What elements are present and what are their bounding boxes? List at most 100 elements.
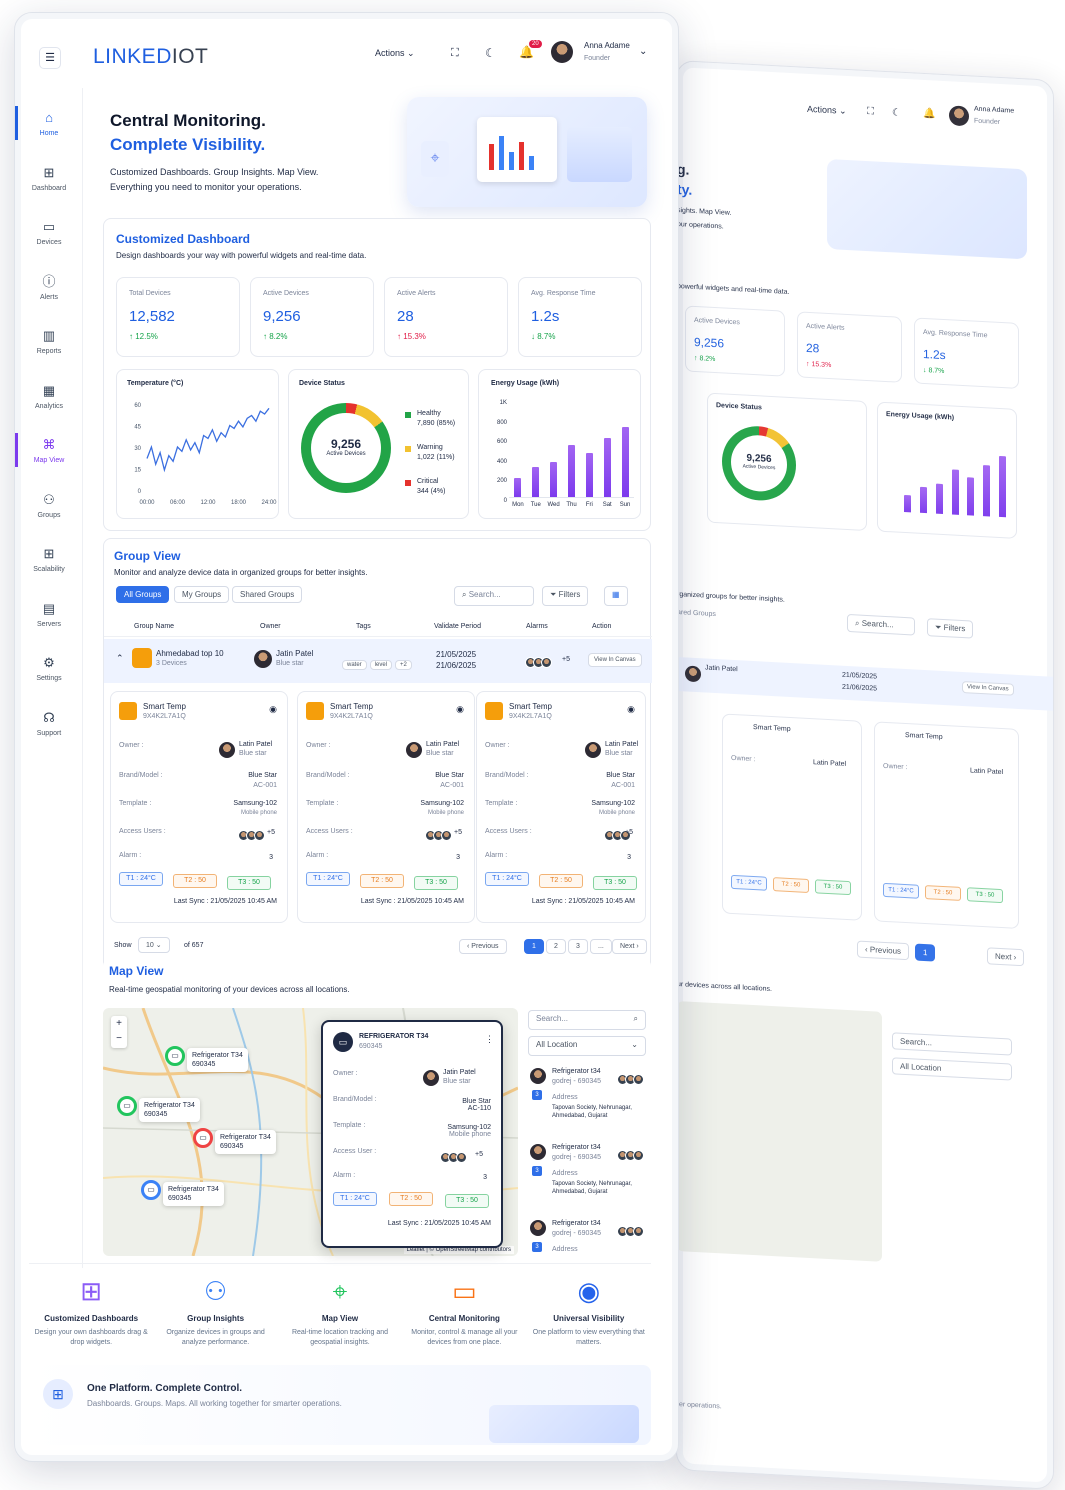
show-label: Show [114,942,132,949]
eye-icon[interactable]: ◉ [456,704,464,715]
device-card[interactable]: Smart Temp 9X4K2L7A1Q ◉ Owner : Latin Patel B… [297,691,475,923]
map-search-input[interactable]: Search... [892,1032,1012,1056]
sidebar-item-reports[interactable]: ▥ Reports [15,328,83,355]
device-card[interactable]: Smart Temp Owner : Latin Patel T1 : 24°C… [874,721,1019,929]
page-3-button[interactable]: 3 [568,939,588,954]
map-marker[interactable]: ▭ [165,1046,185,1066]
avatar[interactable] [551,41,573,63]
map-search-input[interactable]: Search... ⌕ [528,1010,646,1030]
last-sync: Last Sync : 21/05/2025 10:45 AM [531,898,635,905]
sidebar-item-alerts[interactable]: ⓘ Alerts [15,274,83,301]
brand-label: Brand/Model : [485,772,529,779]
hero-fragment: our operations. [677,221,724,231]
chevron-down-icon[interactable]: ⌄ [639,46,647,57]
grid-view-icon[interactable]: ▦ [604,586,628,606]
actions-menu[interactable]: Actions ⌄ [807,104,847,117]
bell-icon[interactable]: 🔔 [923,108,935,120]
device-card[interactable]: Smart Temp 9X4K2L7A1Q ◉ Owner : Latin Patel B… [110,691,288,923]
avatar [585,742,601,758]
owner-role: Blue star [426,750,454,757]
alarm-count: 3 [627,854,631,861]
count-badge: 3 [532,1166,542,1176]
device-list-item[interactable]: 3 Refrigerator t34 godrej - 690345 Address T… [528,1142,650,1214]
thermometer-icon [485,702,503,720]
table-row[interactable]: ⌃ Ahmedabad top 10 3 Devices Jatin Patel… [104,639,652,683]
fullscreen-icon[interactable]: ⛶ [867,106,874,117]
sidebar-item-dashboard[interactable]: ⊞ Dashboard [15,165,83,192]
scalability-icon: ⊞ [43,546,55,561]
next-button[interactable]: Next › [987,947,1025,967]
page-2-button[interactable]: 2 [546,939,566,954]
view-in-canvas-button[interactable]: View In Canvas [962,680,1014,696]
device-card[interactable]: Smart Temp Owner : Latin Patel T1 : 24°C… [722,713,862,921]
group-row[interactable]: Jatin Patel 21/05/2025 21/06/2025 View I… [677,657,1054,711]
location-select[interactable]: All Location ⌄ [528,1036,646,1056]
location-select[interactable]: All Location [892,1057,1012,1081]
sidebar-item-groups[interactable]: ⚇ Groups [15,492,83,519]
devices-icon: ▭ [42,219,56,234]
stat-card: Active Devices 9,256 ↑ 8.2% [685,305,785,377]
filters-button[interactable]: ⏷ Filters [927,618,974,639]
device-card[interactable]: Smart Temp 9X4K2L7A1Q ◉ Owner : Latin Patel B… [476,691,646,923]
marker-label: Refrigerator T34 690345 [215,1130,276,1154]
column-header-tags[interactable]: Tags [356,623,371,630]
brand-logo[interactable]: LINKEDIOT [93,45,208,69]
sidebar-item-map-view[interactable]: ⌘ Map View [15,433,83,467]
menu-toggle-icon[interactable]: ☰ [39,47,61,69]
temp-chip-t3: T3 : 50 [227,876,271,890]
sidebar-item-home[interactable]: ⌂ Home [15,106,83,140]
column-header-owner[interactable]: Owner [260,623,281,630]
sidebar-item-analytics[interactable]: ▦ Analytics [15,383,83,410]
energy-bar-wed [935,483,943,514]
energy-bar-mon [904,495,912,513]
previous-button[interactable]: ‹ Previous [857,940,910,961]
map-marker[interactable]: ▭ [141,1180,161,1200]
sidebar-item-settings[interactable]: ⚙ Settings [15,655,83,682]
map-canvas[interactable] [677,1001,882,1262]
sidebar-item-devices[interactable]: ▭ Devices [15,219,83,246]
tab-shared-groups[interactable]: Shared Groups [232,586,303,603]
temp-chip-t3: T3 : 50 [414,876,458,890]
map-marker[interactable]: ▭ [117,1096,137,1116]
eye-icon[interactable]: ◉ [269,704,277,715]
device-list-item[interactable]: 3 Refrigerator t34 godrej - 690345 Address T… [528,1066,650,1138]
period-end: 21/06/2025 [436,661,477,670]
tab-my-groups[interactable]: My Groups [174,586,230,603]
device-status-card: Device Status 9,256 Active Devices Healt… [288,369,469,519]
eye-icon[interactable]: ◉ [627,704,635,715]
sidebar-item-support[interactable]: ☊ Support [15,710,83,737]
filters-button[interactable]: ⏷ Filters [542,586,589,606]
sidebar-item-servers[interactable]: ▤ Servers [15,601,83,628]
column-header-validate-period[interactable]: Validate Period [434,623,481,630]
per-page-select[interactable]: 10 ⌄ [138,937,170,953]
sidebar-item-label: Dashboard [31,184,67,192]
avatar[interactable] [949,105,969,127]
previous-button[interactable]: ‹ Previous [459,939,507,954]
actions-menu[interactable]: Actions ⌄ [375,48,415,59]
search-input[interactable]: ⌕ Search... [847,613,915,636]
fullscreen-icon[interactable]: ⛶ [451,47,459,60]
moon-icon[interactable]: ☾ [485,46,496,60]
y-tick-label: 1K [499,400,507,406]
page-1-button[interactable]: 1 [524,939,544,954]
zoom-controls[interactable]: + − [111,1016,127,1048]
map-marker[interactable]: ▭ [193,1128,213,1148]
column-header-alarms[interactable]: Alarms [526,623,548,630]
temperature-series-line [146,407,270,473]
column-header-group-name[interactable]: Group Name [134,623,174,630]
moon-icon[interactable]: ☾ [892,107,901,118]
tab-all-groups[interactable]: All Groups [116,586,170,603]
column-header-action[interactable]: Action [592,623,611,630]
sidebar-item-scalability[interactable]: ⊞ Scalability [15,546,83,573]
more-icon[interactable]: ⋮ [485,1034,494,1045]
next-button[interactable]: Next › [612,939,647,954]
y-tick-label: 400 [496,458,507,465]
collapse-icon[interactable]: ⌃ [116,653,124,664]
page-1-button[interactable]: 1 [915,943,936,962]
search-input[interactable]: ⌕ Search... [454,586,534,606]
tab-shared-groups[interactable]: ared Groups [677,609,716,618]
view-in-canvas-button[interactable]: View In Canvas [588,653,642,667]
settings-icon: ⚙ [43,655,55,670]
device-popup[interactable]: ▭ REFRIGERATOR T34 690345 ⋮ Owner : Jati… [321,1020,503,1248]
owner-label: Owner : [731,754,756,764]
